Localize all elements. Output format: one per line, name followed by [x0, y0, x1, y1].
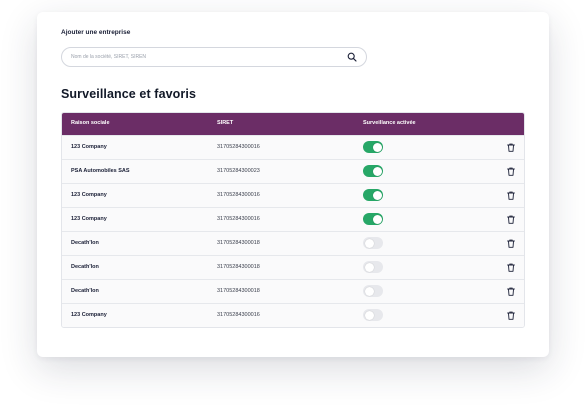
trash-icon[interactable] [507, 143, 515, 152]
company-name: 123 Company [71, 312, 107, 318]
company-siret: 31705284300016 [217, 192, 260, 198]
toggle-knob [372, 142, 382, 152]
monitoring-toggle[interactable] [363, 285, 383, 297]
company-name: PSA Automobiles SAS [71, 168, 130, 174]
search-icon[interactable] [347, 52, 357, 62]
company-name: 123 Company [71, 144, 107, 150]
company-siret: 31705284300018 [217, 264, 260, 270]
company-siret: 31705284300023 [217, 168, 260, 174]
toggle-knob [364, 286, 374, 296]
header-monitoring: Surveillance activée [363, 120, 416, 126]
trash-icon[interactable] [507, 287, 515, 296]
table-row: 123 Company 31705284300016 [62, 303, 524, 327]
toggle-knob [364, 238, 374, 248]
company-name: Decath'lon [71, 288, 99, 294]
toggle-knob [372, 166, 382, 176]
company-name: 123 Company [71, 216, 107, 222]
trash-icon[interactable] [507, 239, 515, 248]
trash-icon[interactable] [507, 215, 515, 224]
toggle-knob [364, 262, 374, 272]
trash-icon[interactable] [507, 167, 515, 176]
monitoring-toggle[interactable] [363, 213, 383, 225]
table-row: 123 Company 31705284300016 [62, 207, 524, 231]
company-name: Decath'lon [71, 240, 99, 246]
company-siret: 31705284300016 [217, 312, 260, 318]
monitoring-toggle[interactable] [363, 165, 383, 177]
toggle-knob [372, 214, 382, 224]
table-header: Raison sociale SIRET Surveillance activé… [62, 113, 524, 135]
table-row: 123 Company 31705284300016 [62, 135, 524, 159]
company-siret: 31705284300016 [217, 144, 260, 150]
trash-icon[interactable] [507, 311, 515, 320]
table-body: 123 Company 31705284300016 PSA Automobiles… [62, 135, 524, 327]
company-search-box[interactable] [61, 47, 367, 67]
monitoring-table: Raison sociale SIRET Surveillance activé… [61, 112, 525, 328]
table-row: Decath'lon 31705284300018 [62, 231, 524, 255]
monitoring-toggle[interactable] [363, 141, 383, 153]
company-siret: 31705284300018 [217, 240, 260, 246]
monitoring-toggle[interactable] [363, 261, 383, 273]
company-siret: 31705284300016 [217, 216, 260, 222]
header-name: Raison sociale [71, 120, 110, 126]
monitoring-toggle[interactable] [363, 189, 383, 201]
company-name: Decath'lon [71, 264, 99, 270]
table-row: Decath'lon 31705284300018 [62, 255, 524, 279]
table-row: Decath'lon 31705284300018 [62, 279, 524, 303]
add-company-label: Ajouter une entreprise [61, 29, 131, 36]
table-row: 123 Company 31705284300016 [62, 183, 524, 207]
toggle-knob [364, 310, 374, 320]
header-siret: SIRET [217, 120, 234, 126]
monitoring-toggle[interactable] [363, 309, 383, 321]
monitoring-card: Ajouter une entreprise Surveillance et f… [37, 12, 549, 357]
trash-icon[interactable] [507, 263, 515, 272]
section-title: Surveillance et favoris [61, 87, 197, 101]
trash-icon[interactable] [507, 191, 515, 200]
monitoring-toggle[interactable] [363, 237, 383, 249]
company-name: 123 Company [71, 192, 107, 198]
toggle-knob [372, 190, 382, 200]
company-search-input[interactable] [71, 48, 341, 66]
company-siret: 31705284300018 [217, 288, 260, 294]
table-row: PSA Automobiles SAS 31705284300023 [62, 159, 524, 183]
